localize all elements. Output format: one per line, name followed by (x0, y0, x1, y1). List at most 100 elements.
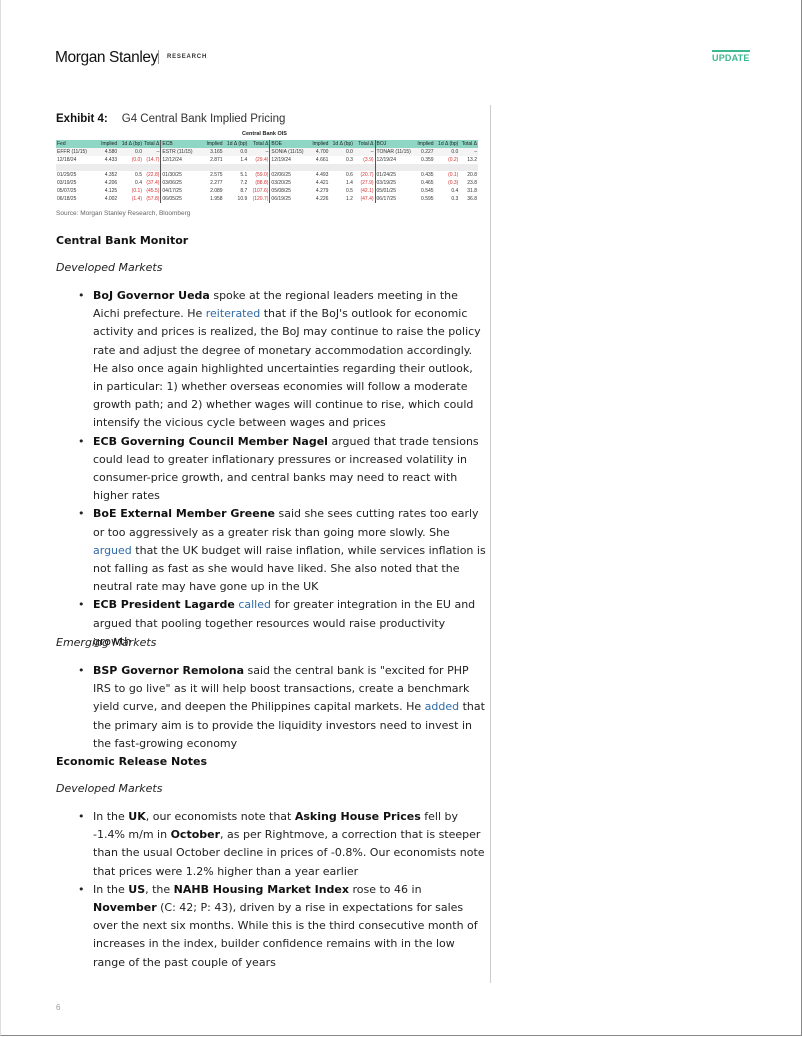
table-cell: 0.5 (346, 188, 353, 194)
col-header: 1d Δ (bp) (223, 140, 249, 148)
exhibit-source: Source: Morgan Stanley Research, Bloombe… (56, 210, 191, 217)
col-header: Total Δ (353, 140, 376, 148)
table-cell: 1.2 (346, 196, 353, 202)
table-spacer-row (56, 164, 478, 171)
table-cell: (27.9) (360, 180, 374, 186)
table-cell: – (143, 148, 161, 156)
table-cell: 0.0 (223, 148, 249, 156)
table-cell: 4.226 (315, 196, 329, 202)
table-cell: (3.9) (363, 157, 374, 163)
col-header: Fed (56, 140, 96, 148)
source-link[interactable]: added (425, 700, 459, 713)
col-header: Implied (95, 140, 119, 148)
table-cell: 2.871 (210, 157, 223, 163)
source-link[interactable]: called (238, 598, 271, 611)
table-cell: 0.4 (451, 188, 459, 194)
table-cell: 0.0 (329, 148, 354, 156)
table-cell: 04/17/25 (160, 187, 200, 195)
table-cell: 4.206 (104, 180, 118, 186)
table-header-row: Fed Implied 1d Δ (bp) Total Δ ECB Implie… (56, 140, 478, 148)
table-cell: 0.3 (346, 157, 353, 163)
table-cell: 7.2 (240, 180, 248, 186)
col-header: Total Δ (248, 140, 270, 148)
table-cell: (45.5) (146, 188, 160, 194)
table-cell: 03/19/25 (57, 180, 77, 186)
table-cell: 0.6 (346, 172, 353, 178)
table-cell (269, 164, 309, 171)
table-cell (248, 164, 270, 171)
table-cell: (0.2) (448, 157, 459, 163)
table-cell: 06/17/25 (374, 195, 414, 203)
col-header: 1d Δ (bp) (434, 140, 460, 148)
table-cell: 03/19/25 (374, 179, 414, 187)
table-cell: 0.595 (421, 196, 434, 202)
exhibit-title: Exhibit 4: G4 Central Bank Implied Pricin… (56, 113, 285, 125)
source-link[interactable]: reiterated (206, 307, 261, 320)
table-cell: 0.3 (451, 196, 459, 202)
table-cell: (14.7) (146, 157, 160, 163)
page-number: 6 (56, 1003, 61, 1012)
table-cell: – (248, 148, 270, 156)
table-cell: (22.8) (146, 172, 160, 178)
table-cell: 4.352 (104, 172, 118, 178)
table-cell: 06/05/25 (160, 195, 200, 203)
table-cell: 23.8 (467, 180, 477, 186)
table-cell (56, 164, 96, 171)
table-cell: 2.089 (210, 188, 223, 194)
table-cell: (20.7) (360, 172, 374, 178)
table-cell: 12/19/24 (374, 156, 414, 164)
table-cell: (88.8) (255, 180, 269, 186)
table-cell: 06/18/25 (57, 196, 77, 202)
table-cell: 05/01/25 (374, 187, 414, 195)
table-title: Central Bank OIS (242, 131, 287, 137)
item-text: , our economists note that (145, 810, 295, 823)
list-item: BoE External Member Greene said she sees… (76, 505, 486, 596)
section-label: RESEARCH (167, 54, 208, 60)
table-cell: – (459, 148, 478, 156)
col-header: Total Δ (143, 140, 161, 148)
table-cell: 2.277 (210, 180, 223, 186)
table-cell: 0.545 (421, 188, 434, 194)
table-cell: 0.5 (135, 172, 142, 178)
cbm-developed-list: BoJ Governor Ueda spoke at the regional … (76, 287, 486, 651)
cbm-emerging-list: BSP Governor Remolona said the central b… (76, 662, 486, 753)
table-cell (199, 164, 224, 171)
table-row: EFFR (11/15) 4.580 0.0– ESTR (11/15) 3.165 0.… (56, 148, 478, 156)
col-header: ECB (160, 140, 200, 148)
table-cell: (120.7) (252, 196, 269, 202)
table-cell: 0.435 (421, 172, 434, 178)
table-cell: (1.4) (131, 196, 142, 202)
table-cell: (107.6) (252, 188, 269, 194)
table-cell: 4.700 (308, 148, 330, 156)
table-cell: 0.465 (421, 180, 434, 186)
table-cell (118, 164, 143, 171)
source-link[interactable]: argued (93, 544, 132, 557)
table-cell: 8.7 (240, 188, 248, 194)
section-heading: Economic Release Notes (56, 755, 208, 768)
table-cell: 02/06/25 (269, 171, 309, 179)
table-cell: 3.165 (199, 148, 224, 156)
subsection-heading: Emerging Markets (56, 636, 157, 649)
table-cell: – (353, 148, 376, 156)
item-emphasis: UK (128, 810, 146, 823)
item-text: rose to 46 in (348, 882, 422, 896)
table-cell: 12/19/24 (269, 156, 309, 164)
item-emphasis: October (170, 828, 221, 842)
table-cell (374, 164, 414, 171)
table-cell (459, 164, 478, 171)
list-item: In the US, the NAHB Housing Market Index… (76, 881, 486, 972)
item-subject: ECB Governing Council Member Nagel (93, 434, 328, 448)
table-cell: 01/30/25 (160, 171, 200, 179)
table-cell: (0.1) (131, 188, 142, 194)
table-cell: ESTR (11/15) (160, 148, 200, 156)
table-cell: 5.1 (240, 172, 248, 178)
item-text: that if the BoJ's outlook for economic a… (93, 307, 481, 430)
table-cell: (29.4) (255, 157, 269, 163)
table-cell: (0.0) (131, 157, 142, 163)
item-emphasis: November (93, 901, 157, 915)
item-emphasis: US (128, 882, 146, 896)
ois-table: Fed Implied 1d Δ (bp) Total Δ ECB Implie… (56, 140, 478, 203)
table-cell: (0.3) (448, 180, 459, 186)
table-row: 05/07/25 4.125 (0.1) (45.5) 04/17/25 2.089 8.7… (56, 187, 478, 195)
table-cell: 12/18/24 (57, 157, 77, 163)
